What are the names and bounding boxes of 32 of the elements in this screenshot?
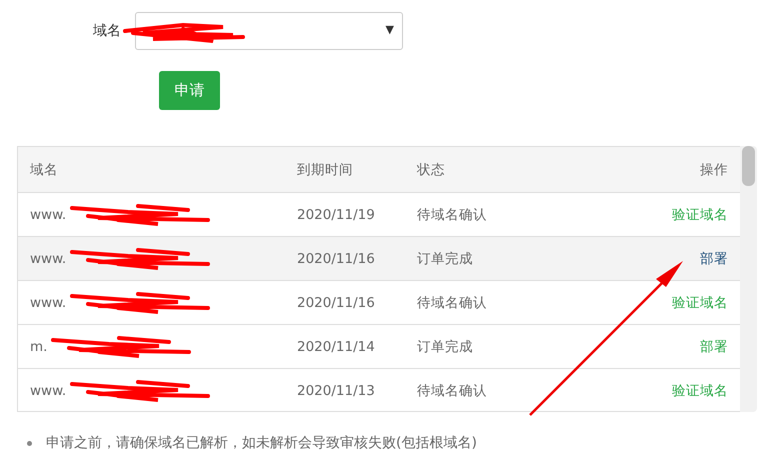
dropdown-arrow: ▼ bbox=[386, 23, 394, 36]
column-header: 到期时间 bbox=[297, 160, 354, 178]
table-cell-text: 2020/11/19 bbox=[297, 206, 376, 222]
bullet-icon bbox=[27, 440, 32, 446]
column-header: 操作 bbox=[699, 160, 729, 178]
action-link[interactable]: 部署 bbox=[700, 250, 728, 266]
table-cell-text: 待域名确认 bbox=[417, 382, 488, 400]
table-cell-text: 2020/11/13 bbox=[297, 382, 376, 398]
table-cell: www. bbox=[30, 294, 66, 310]
domain-select[interactable]: ▼ bbox=[135, 12, 403, 50]
apply-button[interactable]: 申请 bbox=[159, 71, 220, 110]
table-cell: www. bbox=[30, 382, 66, 398]
table-cell: m. bbox=[30, 338, 48, 354]
scrollbar[interactable] bbox=[740, 146, 757, 412]
table-cell-text: 订单完成 bbox=[417, 338, 474, 356]
table-cell-text: 2020/11/16 bbox=[297, 294, 376, 310]
column-header: 域名 bbox=[29, 160, 59, 178]
action-link[interactable]: 验证域名 bbox=[672, 382, 728, 398]
column-header: 状态 bbox=[417, 160, 446, 178]
action-link[interactable]: 验证域名 bbox=[672, 206, 728, 222]
table-cell: www. bbox=[30, 206, 66, 222]
table-cell-text: 2020/11/14 bbox=[297, 338, 376, 354]
table-cell: www. bbox=[30, 250, 66, 266]
table-cell-text: 待域名确认 bbox=[417, 206, 488, 224]
note-text: 申请之前，请确保域名已解析，如未解析会导致审核失败(包括根域名) bbox=[46, 434, 477, 452]
table-cell-text: 待域名确认 bbox=[417, 294, 488, 312]
field-label: 域名 bbox=[93, 22, 121, 40]
action-link[interactable]: 验证域名 bbox=[672, 294, 728, 310]
table-cell-text: 订单完成 bbox=[417, 250, 474, 268]
action-link[interactable]: 部署 bbox=[700, 338, 728, 354]
table-cell-text: 2020/11/16 bbox=[297, 250, 376, 266]
scrollbar-thumb[interactable] bbox=[742, 146, 755, 186]
